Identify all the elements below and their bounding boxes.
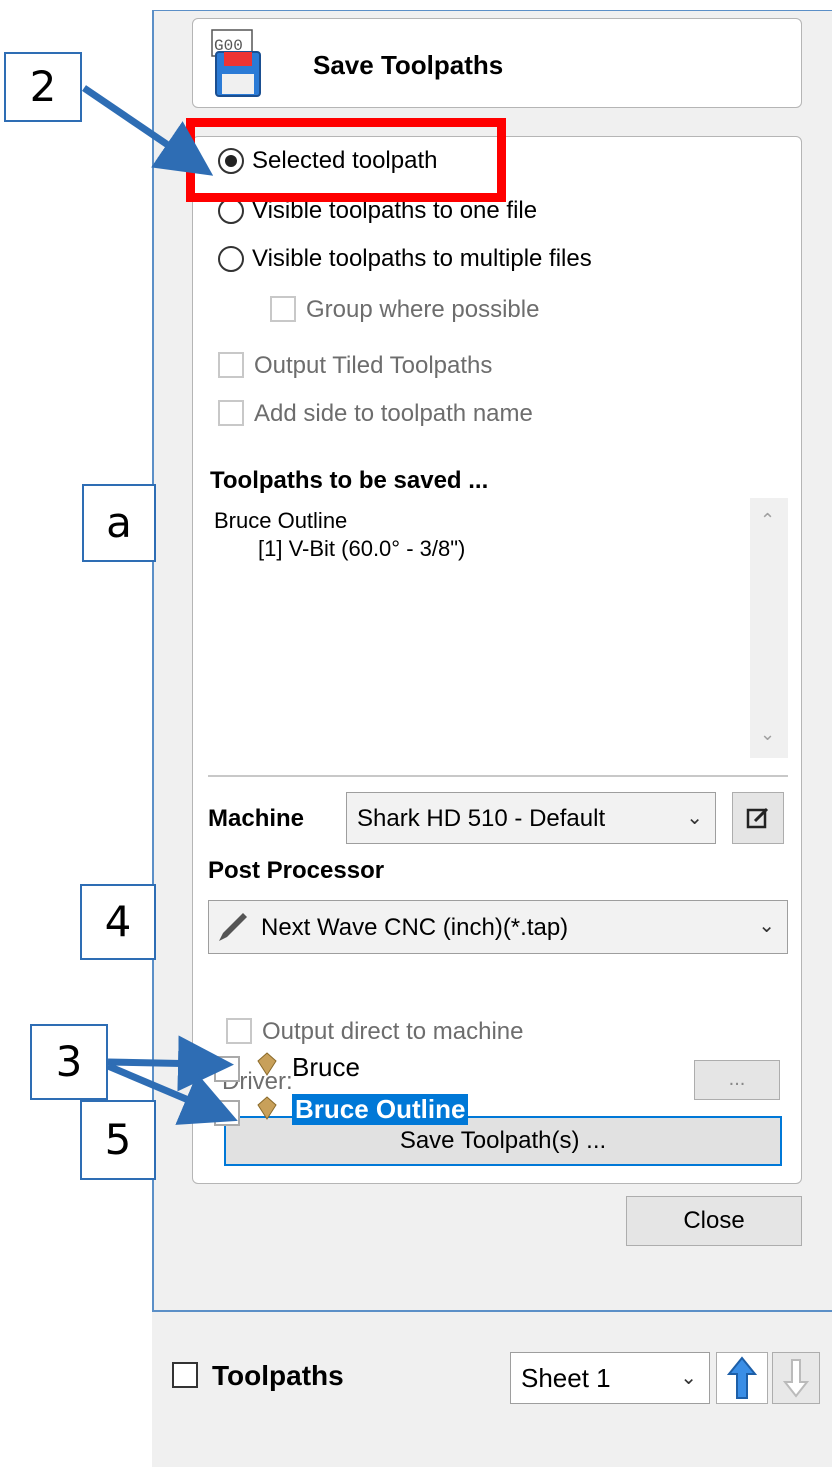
highlight-box bbox=[186, 118, 506, 202]
machine-select[interactable]: Shark HD 510 - Default ⌄ bbox=[346, 792, 716, 844]
sheet-select[interactable]: Sheet 1 ⌄ bbox=[510, 1352, 710, 1404]
chevron-down-icon: ⌄ bbox=[680, 1367, 697, 1389]
chevron-down-icon: ⌄ bbox=[758, 915, 775, 937]
tree-item-checkbox[interactable] bbox=[214, 1056, 240, 1082]
output-direct-checkbox[interactable] bbox=[226, 1018, 252, 1044]
edit-machine-button[interactable] bbox=[732, 792, 784, 844]
move-up-button[interactable] bbox=[716, 1352, 768, 1404]
add-side-label: Add side to toolpath name bbox=[254, 400, 533, 427]
toolpaths-listbox[interactable]: Bruce Outline [1] V-Bit (60.0° - 3/8") ⌃… bbox=[208, 498, 788, 758]
radio-visible-multiple-files-label: Visible toolpaths to multiple files bbox=[252, 245, 592, 272]
toolpath-icon bbox=[257, 1052, 277, 1076]
toolpaths-select-all-checkbox[interactable] bbox=[172, 1362, 198, 1388]
move-down-button[interactable] bbox=[772, 1352, 820, 1404]
listbox-scrollbar[interactable]: ⌃ ⌄ bbox=[750, 498, 788, 758]
tree-item-bruce-outline[interactable]: Bruce Outline bbox=[292, 1094, 469, 1125]
machine-select-value: Shark HD 510 - Default bbox=[357, 805, 606, 832]
output-tiled-checkbox[interactable] bbox=[218, 352, 244, 378]
add-side-checkbox[interactable] bbox=[218, 400, 244, 426]
annotation-label-4: 4 bbox=[80, 884, 156, 960]
annotation-label-3: 3 bbox=[30, 1024, 108, 1100]
annotation-label-2: 2 bbox=[4, 52, 82, 122]
floppy-disk-icon: G00 bbox=[211, 29, 261, 97]
annotation-label-5: 5 bbox=[80, 1100, 156, 1180]
list-item: [1] V-Bit (60.0° - 3/8") bbox=[258, 536, 466, 561]
group-where-possible-label: Group where possible bbox=[306, 296, 540, 323]
post-processor-label: Post Processor bbox=[208, 857, 385, 884]
radio-visible-multiple-files[interactable] bbox=[218, 246, 244, 272]
sheet-select-value: Sheet 1 bbox=[521, 1363, 611, 1393]
toolpath-icon bbox=[257, 1096, 277, 1120]
arrow-down-icon bbox=[782, 1359, 810, 1398]
toolpaths-panel-title: Toolpaths bbox=[212, 1360, 344, 1391]
output-tiled-label: Output Tiled Toolpaths bbox=[254, 352, 493, 379]
header-title: Save Toolpaths bbox=[313, 50, 504, 80]
divider bbox=[208, 775, 788, 777]
arrow-up-icon bbox=[726, 1356, 758, 1399]
tree-item-bruce[interactable]: Bruce bbox=[292, 1052, 360, 1083]
close-button[interactable]: Close bbox=[626, 1196, 802, 1246]
tree-item-checkbox[interactable] bbox=[214, 1100, 240, 1126]
toolpaths-to-save-heading: Toolpaths to be saved ... bbox=[210, 467, 489, 494]
group-where-possible-checkbox[interactable] bbox=[270, 296, 296, 322]
chevron-down-icon: ⌄ bbox=[686, 807, 703, 829]
annotation-label-a: a bbox=[82, 484, 156, 562]
post-processor-select[interactable]: Next Wave CNC (inch)(*.tap) ⌄ bbox=[208, 900, 788, 954]
scroll-up-icon[interactable]: ⌃ bbox=[760, 510, 775, 531]
machine-label: Machine bbox=[208, 805, 305, 832]
output-direct-label: Output direct to machine bbox=[262, 1018, 524, 1045]
pen-icon bbox=[219, 913, 247, 941]
edit-icon bbox=[746, 807, 769, 829]
driver-browse-button[interactable]: ... bbox=[694, 1060, 780, 1100]
post-processor-value: Next Wave CNC (inch)(*.tap) bbox=[261, 914, 569, 941]
scroll-down-icon[interactable]: ⌄ bbox=[760, 724, 775, 745]
list-item: Bruce Outline bbox=[214, 508, 348, 533]
